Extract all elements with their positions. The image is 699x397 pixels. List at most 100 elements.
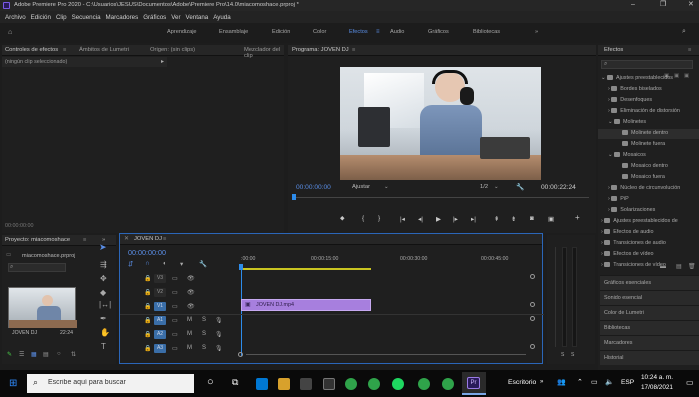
toolbar-more-icon[interactable]: » (540, 379, 543, 385)
workspace-edicion[interactable]: Edición (272, 29, 290, 35)
track-v2[interactable]: V2 (154, 288, 166, 297)
yuv-effects-icon[interactable]: ▣ (684, 73, 689, 79)
workspace-audio[interactable]: Audio (390, 29, 404, 35)
resolution-arrow-icon[interactable]: ⌄ (494, 184, 499, 190)
new-preset-icon[interactable]: ▤ (676, 263, 682, 270)
linked-selection-icon[interactable]: ◐ (163, 260, 167, 267)
step-forward-icon[interactable]: |▸ (453, 215, 458, 223)
resolution-dropdown[interactable]: 1/2 (480, 184, 488, 190)
wrench-icon[interactable]: 🔧 (516, 183, 524, 191)
track-a2[interactable]: A2 (154, 330, 166, 339)
panel-libraries[interactable]: Bibliotecas (600, 320, 699, 335)
task-view-icon[interactable]: ⧉ (232, 377, 238, 388)
scroll-handle-left[interactable] (238, 352, 243, 357)
32bit-effects-icon[interactable]: ▣ (674, 73, 679, 79)
menu-edicion[interactable]: Edición (31, 14, 51, 21)
effects-item[interactable]: › Solarizaciones (608, 207, 655, 213)
panel-markers[interactable]: Marcadores (600, 335, 699, 350)
solo-button[interactable]: S (202, 317, 206, 323)
sort-icon[interactable]: ⇅ (71, 351, 76, 358)
panel-essential-sound[interactable]: Sonido esencial (600, 290, 699, 305)
sync-lock-icon[interactable]: ▭ (172, 289, 178, 296)
panel-lumetri-color[interactable]: Color de Lumetri (600, 305, 699, 320)
effects-item[interactable]: › Transiciones de audio (601, 240, 666, 246)
play-icon[interactable]: ▶ (436, 215, 441, 223)
fit-dropdown-arrow-icon[interactable]: ⌄ (384, 184, 389, 190)
workspace-efectos[interactable]: Efectos (349, 29, 368, 35)
panel-history[interactable]: Historial (600, 350, 699, 365)
effects-item[interactable]: ⌄ Mosaicos (608, 152, 646, 158)
mute-button[interactable]: M (187, 317, 192, 323)
workspace-ensamblaje[interactable]: Ensamblaje (219, 29, 248, 35)
pencil-icon[interactable]: ✎ (7, 351, 12, 358)
timeline-ruler[interactable]: :00:00 00:00:15:00 00:00:30:00 00:00:45:… (239, 248, 533, 272)
menu-ayuda[interactable]: Ayuda (213, 14, 230, 21)
effects-item[interactable]: › Bordes biselados (608, 86, 662, 92)
timeline-close-icon[interactable]: ✕ (124, 236, 129, 242)
mark-in-icon[interactable]: { (362, 215, 364, 222)
step-back-icon[interactable]: ◂| (418, 215, 423, 223)
delete-icon[interactable]: 🗑 (688, 263, 696, 270)
solo-button[interactable]: S (202, 331, 206, 337)
effects-item-selected[interactable]: Molinete dentro (598, 129, 699, 139)
go-to-in-icon[interactable]: |◂ (400, 215, 405, 223)
track-select-tool-icon[interactable]: ⇶ (100, 260, 107, 269)
chrome-icon[interactable] (368, 378, 380, 390)
timeline-settings-icon[interactable]: 🔧 (199, 260, 207, 268)
eye-icon[interactable]: 👁 (187, 289, 195, 296)
premiere-taskbar-button[interactable]: Pr (462, 372, 486, 395)
add-button-icon[interactable]: + (575, 213, 580, 222)
selection-tool-icon[interactable]: ➤ (99, 242, 107, 253)
edge-icon[interactable] (256, 378, 268, 390)
solo-button[interactable]: S (202, 345, 206, 351)
people-icon[interactable]: 👥 (557, 378, 566, 386)
sync-lock-icon[interactable]: ▭ (172, 317, 178, 324)
file-explorer-icon[interactable] (278, 378, 290, 390)
track-a3[interactable]: A3 (154, 344, 166, 353)
restore-icon[interactable]: ❐ (660, 0, 666, 8)
new-bin-icon[interactable]: ▬ (660, 264, 666, 270)
chevron-up-icon[interactable]: ⌃ (577, 378, 583, 386)
notifications-icon[interactable]: ▭ (686, 378, 694, 387)
effects-item[interactable]: › Desenfoques (608, 97, 652, 103)
sync-lock-icon[interactable]: ▭ (172, 345, 178, 352)
expand-arrow-icon[interactable]: ▸ (161, 58, 164, 65)
razor-tool-icon[interactable]: ◆ (100, 288, 106, 297)
workspaces-more[interactable]: » (535, 29, 538, 35)
eye-icon[interactable]: 👁 (187, 303, 195, 310)
effects-item[interactable]: Mosaico dentro (622, 163, 668, 169)
panel-essential-graphics[interactable]: Gráficos esenciales (600, 275, 699, 290)
menu-graficos[interactable]: Gráficos (143, 14, 166, 21)
minimize-icon[interactable]: – (631, 1, 635, 8)
program-playhead[interactable] (292, 194, 296, 200)
vertical-scroll-handle[interactable] (530, 302, 535, 307)
workspace-aprendizaje[interactable]: Aprendizaje (167, 29, 197, 35)
timeline-timecode[interactable]: 00:00:00:00 (128, 248, 166, 257)
lock-icon[interactable]: 🔒 (144, 345, 151, 352)
effects-item[interactable]: › Núcleo de circunvolución (608, 185, 680, 191)
tab-source[interactable]: Origen: (sin clips) (150, 47, 195, 53)
program-timecode[interactable]: 00:00:00:00 (296, 184, 331, 191)
project-menu-icon[interactable]: ≡ (83, 237, 86, 243)
workspace-menu-icon[interactable]: ≡ (376, 29, 380, 35)
mute-button[interactable]: M (187, 331, 192, 337)
hand-tool-icon[interactable]: ✋ (100, 328, 110, 337)
desktop-toolbar[interactable]: Escritorio (508, 379, 536, 386)
lock-icon[interactable]: 🔒 (144, 303, 151, 310)
windows-start-icon[interactable]: ⊞ (9, 378, 17, 389)
menu-archivo[interactable]: Archivo (5, 14, 26, 21)
tab-menu-icon[interactable]: ≡ (63, 47, 66, 53)
timeline-horizontal-scrollbar[interactable] (238, 352, 533, 357)
fit-dropdown[interactable]: Ajustar (352, 184, 370, 190)
tab-clip-mixer[interactable]: Mezclador del clip (244, 47, 284, 59)
chrome-icon[interactable] (345, 378, 357, 390)
clock-date[interactable]: 17/08/2021 (641, 384, 673, 391)
workspace-color[interactable]: Color (313, 29, 326, 35)
effects-menu-icon[interactable]: ≡ (688, 47, 691, 53)
ripple-edit-tool-icon[interactable]: ✥ (100, 274, 107, 283)
language-indicator[interactable]: ESP (621, 379, 634, 386)
nest-icon[interactable]: ⇵ (128, 260, 133, 268)
sync-lock-icon[interactable]: ▭ (172, 303, 178, 310)
tab-lumetri-scopes[interactable]: Ámbitos de Lumetri (79, 47, 129, 53)
spotify-icon[interactable] (392, 378, 404, 390)
